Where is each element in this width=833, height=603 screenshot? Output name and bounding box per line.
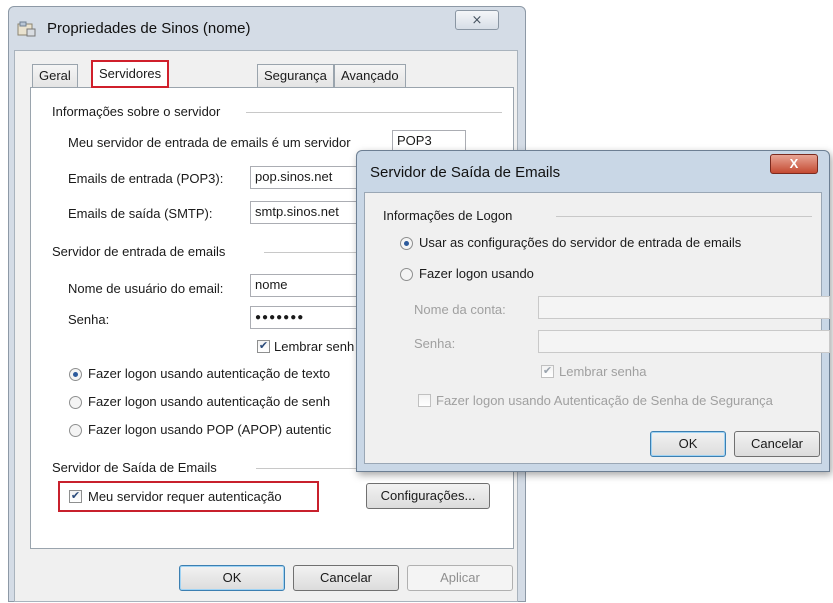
logon-using-radio[interactable] <box>400 268 413 281</box>
password-input[interactable]: ●●●●●●● <box>250 306 360 329</box>
group-divider <box>556 216 812 217</box>
cancel-button[interactable]: Cancelar <box>293 565 399 591</box>
requires-auth-label: Meu servidor requer autenticação <box>88 489 282 504</box>
group-server-info-label: Informações sobre o servidor <box>52 104 221 119</box>
dialog-remember-password-label: Lembrar senha <box>559 364 647 379</box>
use-incoming-settings-radio[interactable] <box>400 237 413 250</box>
spa-label: Fazer logon usando Autenticação de Senha… <box>436 393 773 408</box>
group-outgoing-server-label: Servidor de Saída de Emails <box>52 460 217 475</box>
dialog-title: Servidor de Saída de Emails <box>370 164 561 181</box>
account-name-label: Nome da conta: <box>414 302 506 317</box>
outgoing-server-label: Emails de saída (SMTP): <box>68 206 213 221</box>
dialog-client <box>364 192 822 464</box>
logon-using-label: Fazer logon usando <box>419 266 534 281</box>
settings-button[interactable]: Configurações... <box>366 483 490 509</box>
logon-password-auth-radio[interactable] <box>69 396 82 409</box>
incoming-server-input[interactable]: pop.sinos.net <box>250 166 360 189</box>
logon-apop-radio[interactable] <box>69 424 82 437</box>
tab-seguranca[interactable]: Segurança <box>257 64 334 87</box>
dialog-cancel-button[interactable]: Cancelar <box>734 431 820 457</box>
window-title: Propriedades de Sinos (nome) <box>47 20 251 37</box>
logon-text-auth-radio[interactable] <box>69 368 82 381</box>
logon-text-auth-label: Fazer logon usando autenticação de texto <box>88 366 331 381</box>
incoming-type-label: Meu servidor de entrada de emails é um s… <box>68 135 351 150</box>
dialog-close-icon[interactable]: X <box>770 154 818 174</box>
use-incoming-settings-label: Usar as configurações do servidor de ent… <box>419 235 742 250</box>
incoming-server-label: Emails de entrada (POP3): <box>68 171 224 186</box>
username-label: Nome de usuário do email: <box>68 281 224 296</box>
group-divider <box>246 112 502 113</box>
outgoing-server-input[interactable]: smtp.sinos.net <box>250 201 360 224</box>
remember-password-checkbox[interactable]: ✔ <box>257 340 270 353</box>
tab-geral[interactable]: Geral <box>32 64 78 87</box>
spa-checkbox[interactable] <box>418 394 431 407</box>
dialog-remember-password-checkbox[interactable]: ✔ <box>541 365 554 378</box>
close-icon[interactable]: ⨯ <box>455 10 499 30</box>
dialog-ok-button[interactable]: OK <box>650 431 726 457</box>
password-label: Senha: <box>68 312 110 327</box>
username-input[interactable]: nome <box>250 274 360 297</box>
logon-apop-label: Fazer logon usando POP (APOP) autentic <box>88 422 332 437</box>
logon-password-auth-label: Fazer logon usando autenticação de senh <box>88 394 331 409</box>
apply-button[interactable]: Aplicar <box>407 565 513 591</box>
remember-password-label: Lembrar senh <box>274 339 355 354</box>
ok-button[interactable]: OK <box>179 565 285 591</box>
logon-info-group-label: Informações de Logon <box>383 208 513 223</box>
group-incoming-server-label: Servidor de entrada de emails <box>52 244 226 259</box>
account-icon <box>17 21 37 37</box>
group-divider <box>264 252 356 253</box>
requires-auth-checkbox[interactable]: ✔ <box>69 490 82 503</box>
tab-avancado[interactable]: Avançado <box>334 64 406 87</box>
account-name-input[interactable] <box>538 296 830 319</box>
dialog-password-input[interactable] <box>538 330 830 353</box>
dialog-password-label: Senha: <box>414 336 456 351</box>
tab-servidores[interactable]: Servidores <box>91 60 170 88</box>
